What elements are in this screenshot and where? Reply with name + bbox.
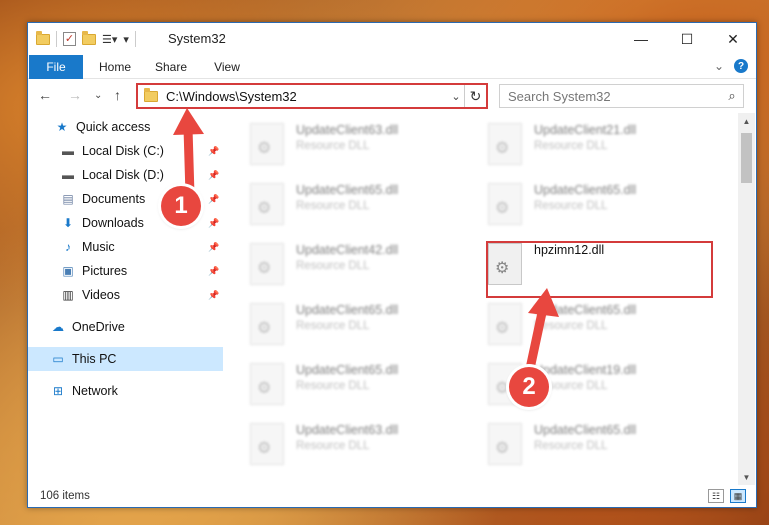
arrow-2-head <box>528 288 559 317</box>
step-1-badge: 1 <box>161 186 201 226</box>
callout-arrows <box>173 108 559 383</box>
arrow-1-shaft <box>183 123 195 200</box>
step-2-badge: 2 <box>509 367 549 407</box>
arrow-1-head <box>173 108 204 135</box>
